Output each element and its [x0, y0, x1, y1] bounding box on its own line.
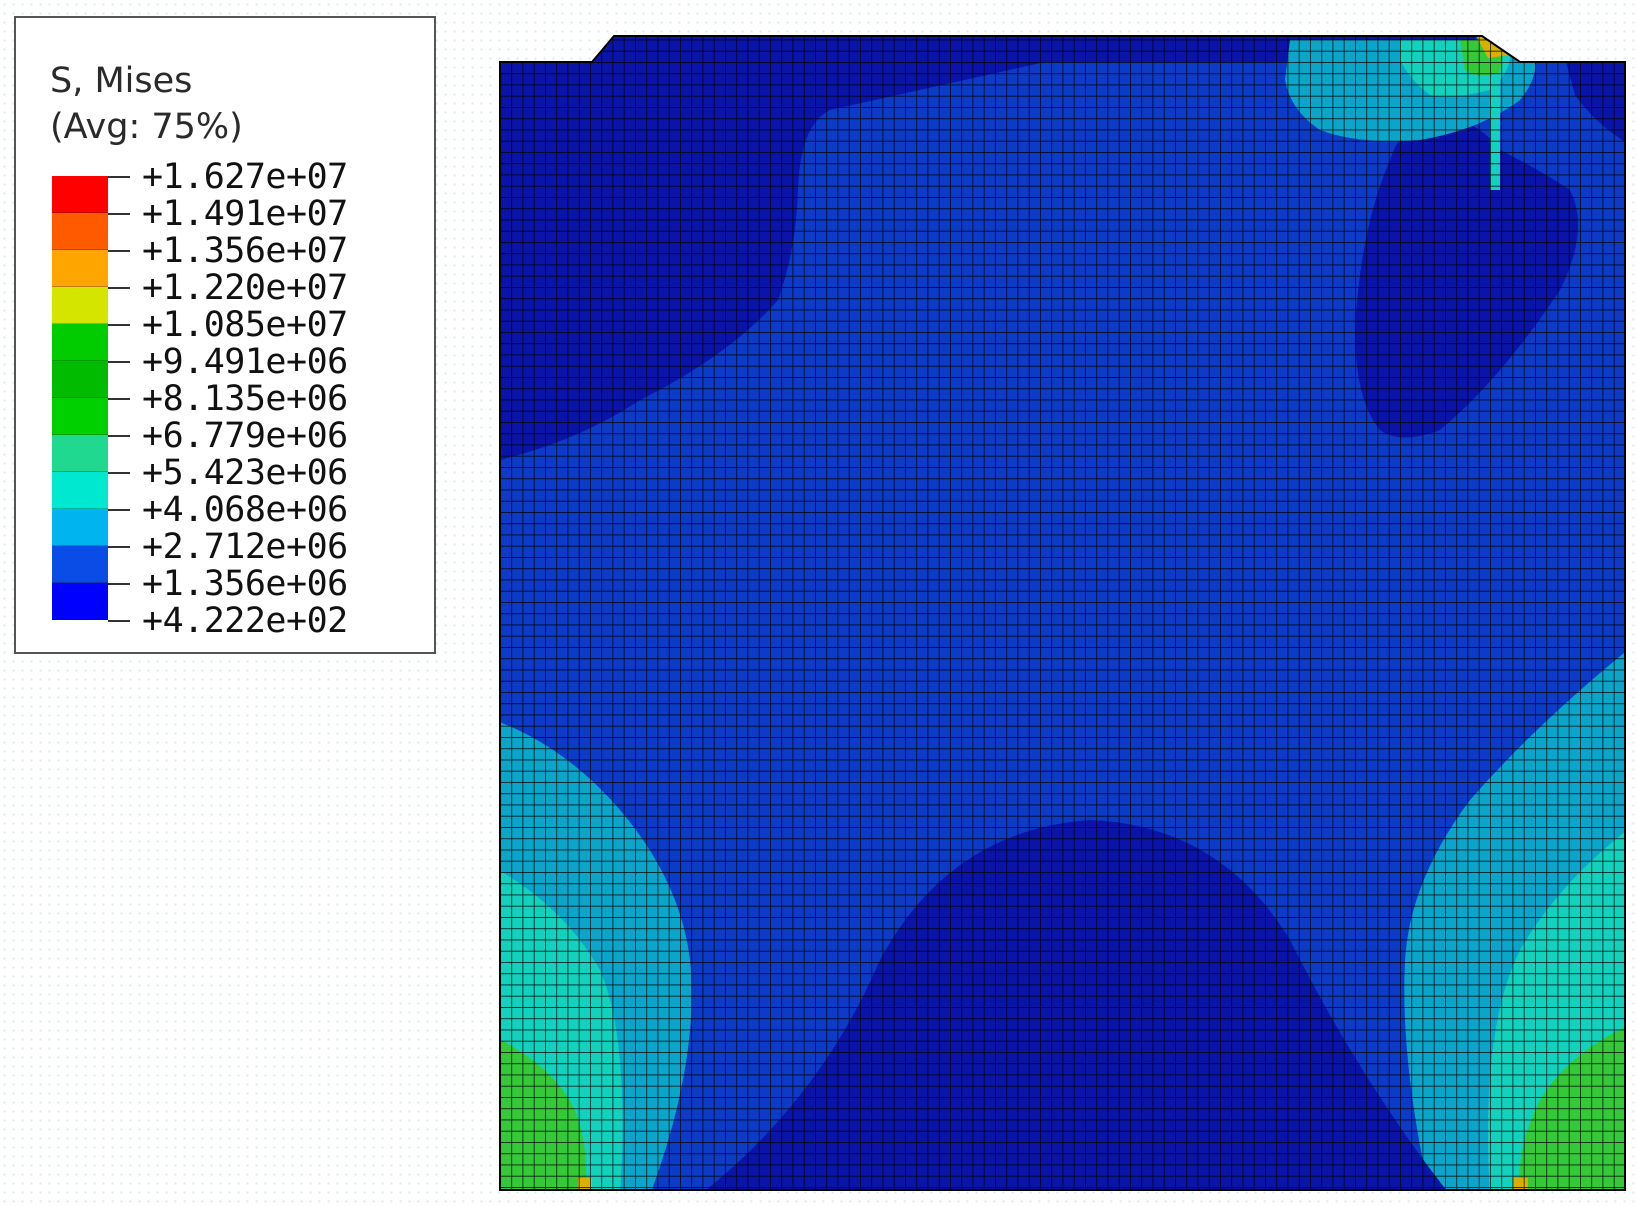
fea-contour-plot: [499, 35, 1626, 1191]
stress-field: [500, 36, 1625, 1190]
fe-mesh-grid: [500, 36, 1625, 1190]
